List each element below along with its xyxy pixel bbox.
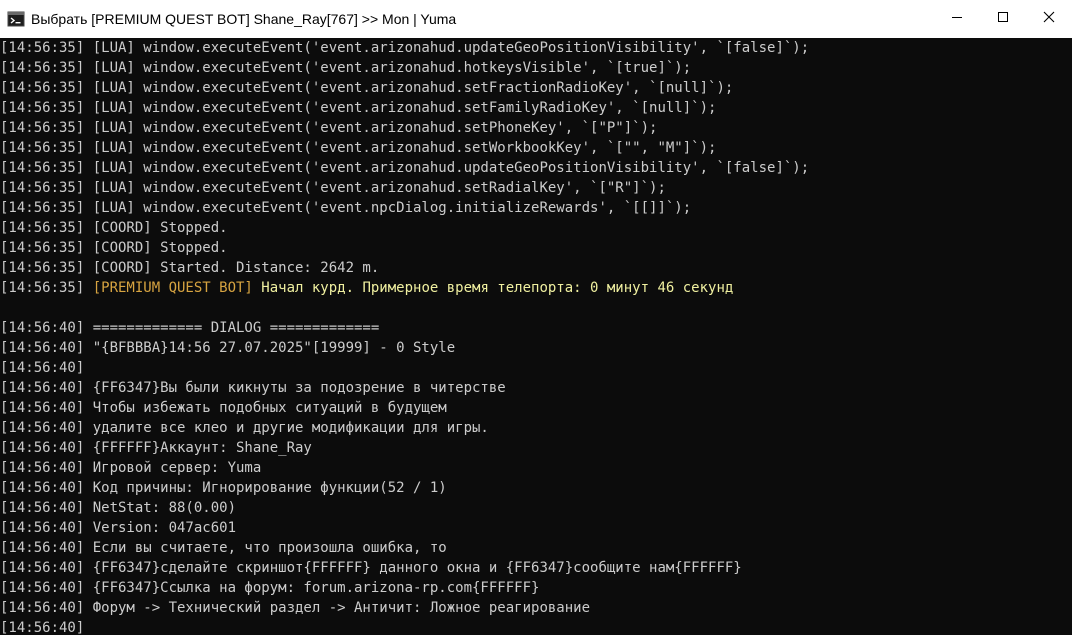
console-line: [14:56:35] [LUA] window.executeEvent('ev… <box>0 78 1072 98</box>
console-text: [14:56:35] [LUA] window.executeEvent('ev… <box>0 200 692 216</box>
console-line: [14:56:40] Игровой сервер: Yuma <box>0 458 1072 478</box>
console-text: [14:56:35] [COORD] Started. Distance: 26… <box>0 260 380 276</box>
maximize-button[interactable] <box>980 0 1026 38</box>
console-line: [14:56:40] удалите все клео и другие мод… <box>0 418 1072 438</box>
console-line: [14:56:40] Форум -> Технический раздел -… <box>0 598 1072 618</box>
console-text: Начал курд. Примерное время телепорта: 0… <box>252 280 734 296</box>
console-line: [14:56:40] {FF6347}Вы были кикнуты за по… <box>0 378 1072 398</box>
console-line: [14:56:40] Чтобы избежать подобных ситуа… <box>0 398 1072 418</box>
console-line: [14:56:35] [LUA] window.executeEvent('ev… <box>0 38 1072 58</box>
console-text: [14:56:40] удалите все клео и другие мод… <box>0 420 489 436</box>
console-text: [14:56:35] [LUA] window.executeEvent('ev… <box>0 60 692 76</box>
console-text: [14:56:40] <box>0 360 85 376</box>
close-button[interactable] <box>1026 0 1072 38</box>
console-line: [14:56:35] [LUA] window.executeEvent('ev… <box>0 138 1072 158</box>
console-text: [14:56:40] Код причины: Игнорирование фу… <box>0 480 447 496</box>
console-line: [14:56:40] NetStat: 88(0.00) <box>0 498 1072 518</box>
console-text: [14:56:40] ============= DIALOG ========… <box>0 320 380 336</box>
console-line: [14:56:35] [LUA] window.executeEvent('ev… <box>0 58 1072 78</box>
console-text: [14:56:35] [COORD] Stopped. <box>0 240 228 256</box>
console-text: [14:56:35] [LUA] window.executeEvent('ev… <box>0 160 810 176</box>
console-text: [14:56:35] [LUA] window.executeEvent('ev… <box>0 180 666 196</box>
console-icon <box>7 10 25 28</box>
console-line: [14:56:40] {FF6347}Ссылка на форум: foru… <box>0 578 1072 598</box>
console-line: [14:56:35] [PREMIUM QUEST BOT] Начал кур… <box>0 278 1072 298</box>
window-title: Выбрать [PREMIUM QUEST BOT] Shane_Ray[76… <box>31 11 457 27</box>
console-line: [14:56:35] [LUA] window.executeEvent('ev… <box>0 178 1072 198</box>
console-text: [14:56:40] Игровой сервер: Yuma <box>0 460 262 476</box>
console-text: [14:56:35] [LUA] window.executeEvent('ev… <box>0 140 717 156</box>
console-line: [14:56:35] [LUA] window.executeEvent('ev… <box>0 198 1072 218</box>
console-text: [14:56:40] {FF6347}Вы были кикнуты за по… <box>0 380 506 396</box>
console-text: [14:56:40] "{BFBBBA}14:56 27.07.2025"[19… <box>0 340 456 356</box>
console-text: [14:56:40] <box>0 620 85 635</box>
console-text: [14:56:40] {FFFFFF}Аккаунт: Shane_Ray <box>0 440 312 456</box>
console-text: [14:56:40] {FF6347}Ссылка на форум: foru… <box>0 580 540 596</box>
console-text: [14:56:35] [LUA] window.executeEvent('ev… <box>0 80 734 96</box>
maximize-icon <box>997 10 1009 28</box>
console-text: [14:56:40] Version: 047ac601 <box>0 520 237 536</box>
minimize-button[interactable] <box>934 0 980 38</box>
close-icon <box>1043 10 1055 28</box>
console-text: [14:56:40] Форум -> Технический раздел -… <box>0 600 591 616</box>
console-line: [14:56:40] Если вы считаете, что произош… <box>0 538 1072 558</box>
console-text: [14:56:40] Если вы считаете, что произош… <box>0 540 447 556</box>
console-line: [14:56:40] <box>0 618 1072 635</box>
console-line: [14:56:40] Version: 047ac601 <box>0 518 1072 538</box>
console-line: [14:56:40] {FF6347}сделайте скриншот{FFF… <box>0 558 1072 578</box>
console-line: [14:56:35] [COORD] Stopped. <box>0 218 1072 238</box>
title-bar[interactable]: Выбрать [PREMIUM QUEST BOT] Shane_Ray[76… <box>0 0 1072 38</box>
window-controls <box>934 0 1072 38</box>
console-window: Выбрать [PREMIUM QUEST BOT] Shane_Ray[76… <box>0 0 1072 635</box>
console-text: [14:56:35] [LUA] window.executeEvent('ev… <box>0 120 658 136</box>
console-line: [14:56:40] Код причины: Игнорирование фу… <box>0 478 1072 498</box>
console-line: [14:56:35] [COORD] Stopped. <box>0 238 1072 258</box>
console-text: [14:56:35] [COORD] Stopped. <box>0 220 228 236</box>
console-line: [14:56:40] ============= DIALOG ========… <box>0 318 1072 338</box>
console-text: [14:56:35] <box>0 280 93 296</box>
console-text: [14:56:40] Чтобы избежать подобных ситуа… <box>0 400 447 416</box>
console-line: [14:56:35] [COORD] Started. Distance: 26… <box>0 258 1072 278</box>
console-text: [14:56:35] [LUA] window.executeEvent('ev… <box>0 40 810 56</box>
console-text: [14:56:40] {FF6347}сделайте скриншот{FFF… <box>0 560 742 576</box>
console-line: [14:56:35] [LUA] window.executeEvent('ev… <box>0 118 1072 138</box>
console-line: [14:56:40] "{BFBBBA}14:56 27.07.2025"[19… <box>0 338 1072 358</box>
console-text: [14:56:40] NetStat: 88(0.00) <box>0 500 237 516</box>
console-output[interactable]: [14:56:35] [LUA] window.executeEvent('ev… <box>0 38 1072 635</box>
minimize-icon <box>951 10 963 28</box>
console-text: [14:56:35] [LUA] window.executeEvent('ev… <box>0 100 717 116</box>
console-line: [14:56:35] [LUA] window.executeEvent('ev… <box>0 98 1072 118</box>
console-line: [14:56:35] [LUA] window.executeEvent('ev… <box>0 158 1072 178</box>
console-line: [14:56:40] {FFFFFF}Аккаунт: Shane_Ray <box>0 438 1072 458</box>
console-line: [14:56:40] <box>0 358 1072 378</box>
console-tag: [PREMIUM QUEST BOT] <box>92 280 253 296</box>
